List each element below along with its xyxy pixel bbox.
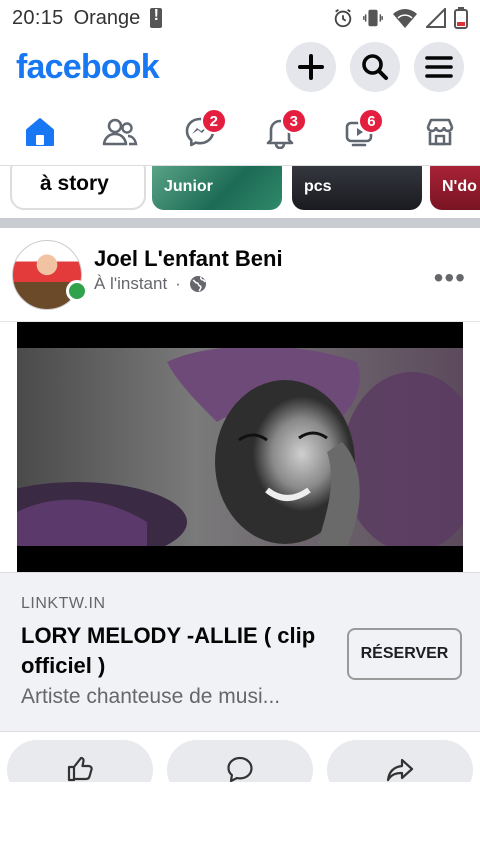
facebook-logo[interactable]: facebook — [16, 48, 160, 87]
search-icon — [362, 54, 388, 80]
story-name: N'do — [442, 178, 477, 195]
stories-strip: à story Junior pcs N'do — [0, 166, 480, 218]
share-icon — [386, 758, 414, 782]
story-name: pcs — [304, 178, 332, 195]
plus-icon — [298, 54, 324, 80]
comment-icon — [227, 756, 253, 782]
story-name: Junior — [164, 178, 213, 195]
post-author[interactable]: Joel L'enfant Beni — [94, 246, 283, 272]
signal-icon — [426, 8, 446, 28]
tab-home[interactable] — [0, 98, 80, 165]
comment-button[interactable] — [167, 740, 313, 782]
more-options-icon[interactable]: ••• — [434, 264, 466, 292]
tab-watch[interactable]: 6 — [320, 98, 400, 165]
alert-icon — [150, 7, 163, 28]
store-icon — [426, 118, 454, 145]
friends-icon — [102, 118, 138, 145]
status-time: 20:15 — [12, 6, 64, 29]
link-title[interactable]: LORY MELODY -ALLIE ( clip officiel ) — [21, 621, 339, 681]
post-video-thumbnail[interactable] — [17, 322, 463, 572]
reserve-button[interactable]: RÉSERVER — [347, 628, 462, 680]
globe-icon — [189, 276, 206, 292]
tab-messenger[interactable]: 2 — [160, 98, 240, 165]
create-button[interactable] — [286, 42, 336, 92]
online-status-dot — [66, 280, 88, 302]
link-description: Artiste chanteuse de musi... — [21, 685, 281, 708]
tab-notifications[interactable]: 3 — [240, 98, 320, 165]
messenger-badge: 2 — [200, 108, 227, 134]
vibrate-icon — [362, 7, 384, 29]
link-preview[interactable]: LINKTW.IN LORY MELODY -ALLIE ( clip offi… — [0, 572, 480, 732]
story-card[interactable]: pcs — [292, 166, 422, 210]
link-domain: LINKTW.IN — [21, 595, 106, 612]
menu-button[interactable] — [414, 42, 464, 92]
tab-marketplace[interactable] — [400, 98, 480, 165]
home-icon — [26, 117, 54, 146]
watch-badge: 6 — [358, 108, 385, 134]
feed-divider — [0, 218, 480, 228]
share-button[interactable] — [327, 740, 473, 782]
create-story-label: à story — [40, 172, 109, 195]
status-bar: 20:15 Orange — [0, 0, 480, 36]
create-story-card[interactable]: à story — [10, 166, 146, 210]
status-carrier: Orange — [73, 6, 141, 29]
battery-icon — [454, 7, 468, 29]
post-actions — [0, 732, 480, 782]
like-button[interactable] — [7, 740, 153, 782]
story-card[interactable]: Junior — [152, 166, 282, 210]
main-nav: 2 3 6 — [0, 98, 480, 166]
meta-separator: · — [175, 274, 181, 293]
search-button[interactable] — [350, 42, 400, 92]
tab-friends[interactable] — [80, 98, 160, 165]
menu-icon — [425, 56, 453, 78]
top-header: facebook — [0, 36, 480, 98]
post-header: Joel L'enfant Beni À l'instant · ••• — [0, 228, 480, 322]
story-card[interactable]: N'do — [430, 166, 480, 210]
notifications-badge: 3 — [280, 108, 307, 134]
alarm-icon — [332, 7, 354, 29]
wifi-icon — [392, 7, 418, 29]
post-meta: À l'instant · — [94, 274, 207, 294]
like-icon — [67, 756, 93, 782]
post-time: À l'instant — [94, 274, 168, 293]
